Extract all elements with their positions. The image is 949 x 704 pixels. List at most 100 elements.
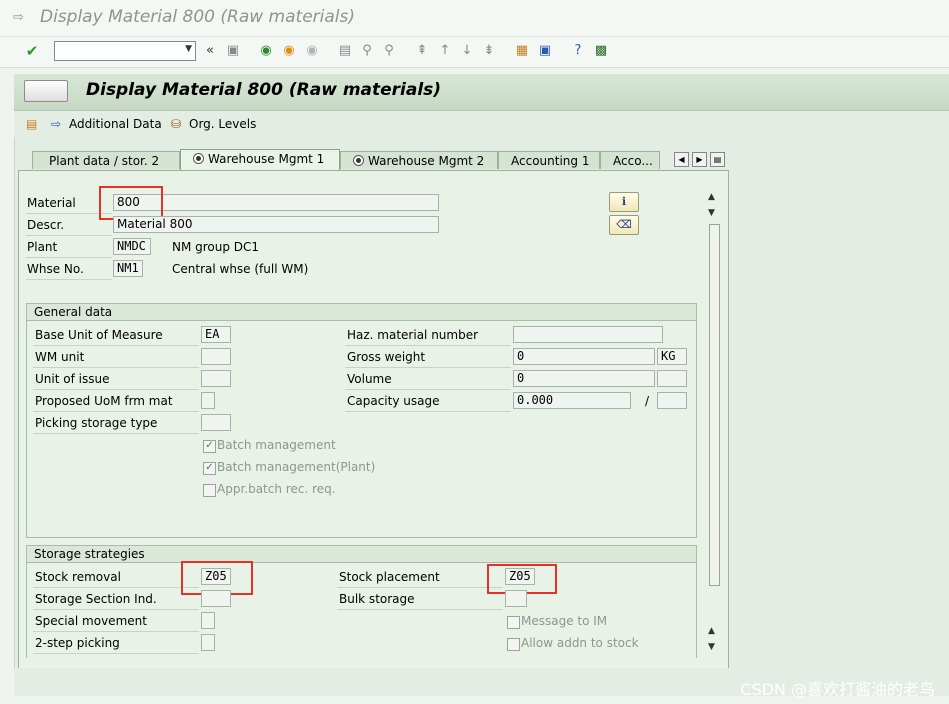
frame-title: General data xyxy=(27,304,696,321)
additional-data-button[interactable]: Additional Data xyxy=(69,117,162,131)
descr-label: Descr. xyxy=(27,218,65,232)
two-step-picking-field[interactable] xyxy=(201,634,215,651)
capacity-usage-field[interactable]: 0.000 xyxy=(513,392,631,409)
label-underline xyxy=(26,235,112,236)
previous-page-icon[interactable]: ↑ xyxy=(436,42,454,60)
label-underline xyxy=(26,279,112,280)
customize-layout-icon[interactable]: ▩ xyxy=(592,42,610,60)
tab-label: Warehouse Mgmt 2 xyxy=(368,154,485,168)
plant-description: NM group DC1 xyxy=(172,240,260,254)
window-title-bar: ⇨ Display Material 800 (Raw materials) xyxy=(0,0,949,37)
tab-plant-data-stor-2[interactable]: Plant data / stor. 2 xyxy=(32,151,180,169)
next-page-icon[interactable]: ↓ xyxy=(458,42,476,60)
tab-warehouse-mgmt-2[interactable]: Warehouse Mgmt 2 xyxy=(340,151,498,169)
proposed-uom-label: Proposed UoM frm mat xyxy=(35,394,173,408)
tab-label: Acco... xyxy=(613,154,653,168)
other-material-icon[interactable]: ▤ xyxy=(26,117,37,131)
tab-accounting-1[interactable]: Accounting 1 xyxy=(498,151,600,169)
capacity-unit-field[interactable] xyxy=(657,392,687,409)
scroll-down-icon[interactable]: ▼ xyxy=(708,642,715,652)
find-icon[interactable]: ⚲ xyxy=(358,42,376,60)
first-page-icon[interactable]: ⇞ xyxy=(413,42,431,60)
wm-unit-field[interactable] xyxy=(201,348,231,365)
message-to-im-checkbox[interactable] xyxy=(507,616,520,629)
last-page-icon[interactable]: ⇟ xyxy=(480,42,498,60)
scroll-up-icon[interactable]: ▲ xyxy=(708,626,715,636)
tab-accounting-2[interactable]: Acco... xyxy=(600,151,660,169)
appr-batch-checkbox[interactable] xyxy=(203,484,216,497)
back-icon[interactable]: ◉ xyxy=(257,42,275,60)
volume-label: Volume xyxy=(347,372,392,386)
new-session-icon[interactable]: ▦ xyxy=(513,42,531,60)
batch-management-plant-checkbox[interactable]: ✓ xyxy=(203,462,216,475)
label-underline xyxy=(33,411,199,412)
warehouse-description: Central whse (full WM) xyxy=(172,262,309,276)
label-underline xyxy=(33,367,199,368)
stock-placement-label: Stock placement xyxy=(339,570,440,584)
gross-weight-label: Gross weight xyxy=(347,350,426,364)
warehouse-field[interactable]: NM1 xyxy=(113,260,143,277)
proposed-uom-field[interactable] xyxy=(201,392,215,409)
base-uom-field[interactable]: EA xyxy=(201,326,231,343)
storage-section-field[interactable] xyxy=(201,590,231,607)
org-levels-button[interactable]: Org. Levels xyxy=(189,117,256,131)
save-icon[interactable]: ▣ xyxy=(224,42,242,60)
window-title: Display Material 800 (Raw materials) xyxy=(40,7,355,27)
tab-scroll-left-icon[interactable]: ◀ xyxy=(674,152,689,167)
cancel-icon[interactable]: ◉ xyxy=(303,42,321,60)
find-next-icon[interactable]: ⚲ xyxy=(380,42,398,60)
tab-label: Plant data / stor. 2 xyxy=(49,154,160,168)
scrollbar-thumb[interactable] xyxy=(709,224,720,586)
vertical-scrollbar[interactable]: ▲ ▼ ▲ ▼ xyxy=(706,186,721,656)
highlight-box xyxy=(99,186,163,220)
unit-of-issue-field[interactable] xyxy=(201,370,231,387)
volume-unit-field[interactable] xyxy=(657,370,687,387)
command-field[interactable]: ▼ xyxy=(54,41,196,61)
message-to-im-label: Message to IM xyxy=(521,614,608,628)
tab-warehouse-mgmt-1[interactable]: Warehouse Mgmt 1 xyxy=(180,149,340,170)
label-underline xyxy=(33,389,199,390)
label-underline xyxy=(345,367,511,368)
allow-addn-label: Allow addn to stock xyxy=(521,636,639,650)
whse-label: Whse No. xyxy=(27,262,84,276)
org-levels-icon: ⛁ xyxy=(171,117,182,131)
arrow-right-icon: ⇨ xyxy=(51,117,62,131)
tab-label: Warehouse Mgmt 1 xyxy=(208,152,325,166)
shortcut-icon[interactable]: ▣ xyxy=(536,42,554,60)
scroll-down-icon[interactable]: ▼ xyxy=(708,208,715,218)
screen-header: Display Material 800 (Raw materials) xyxy=(14,74,949,111)
label-underline xyxy=(33,631,199,632)
label-underline xyxy=(33,345,199,346)
enter-icon[interactable]: ✔ xyxy=(23,42,41,60)
bulk-storage-field[interactable] xyxy=(505,590,527,607)
tab-list-icon[interactable]: ▤ xyxy=(710,152,725,167)
weight-unit-field[interactable]: KG xyxy=(657,348,687,365)
eraser-icon[interactable]: ⌫ xyxy=(609,215,639,235)
haz-material-field[interactable] xyxy=(513,326,663,343)
storage-section-label: Storage Section Ind. xyxy=(35,592,157,606)
special-movement-field[interactable] xyxy=(201,612,215,629)
allow-addn-checkbox[interactable] xyxy=(507,638,520,651)
info-icon[interactable]: ℹ xyxy=(609,192,639,212)
views-menu-button[interactable] xyxy=(24,80,68,102)
picking-storage-type-label: Picking storage type xyxy=(35,416,158,430)
capacity-separator: / xyxy=(645,394,650,408)
gross-weight-field[interactable]: 0 xyxy=(513,348,655,365)
batch-management-checkbox[interactable]: ✓ xyxy=(203,440,216,453)
label-underline xyxy=(345,411,511,412)
label-underline xyxy=(33,587,199,588)
print-icon[interactable]: ▤ xyxy=(336,42,354,60)
plant-field[interactable]: NMDC xyxy=(113,238,151,255)
page-title: Display Material 800 (Raw materials) xyxy=(86,80,442,100)
help-icon[interactable]: ? xyxy=(569,42,587,60)
tab-scroll-right-icon[interactable]: ▶ xyxy=(692,152,707,167)
label-underline xyxy=(345,389,511,390)
picking-storage-type-field[interactable] xyxy=(201,414,231,431)
description-field[interactable]: Material 800 xyxy=(113,216,439,233)
volume-field[interactable]: 0 xyxy=(513,370,655,387)
exit-icon: ⇨ xyxy=(13,10,24,25)
exit-icon[interactable]: ◉ xyxy=(280,42,298,60)
scroll-up-icon[interactable]: ▲ xyxy=(708,192,715,202)
collapse-icon[interactable]: « xyxy=(201,42,219,60)
dropdown-icon[interactable]: ▼ xyxy=(185,44,192,54)
